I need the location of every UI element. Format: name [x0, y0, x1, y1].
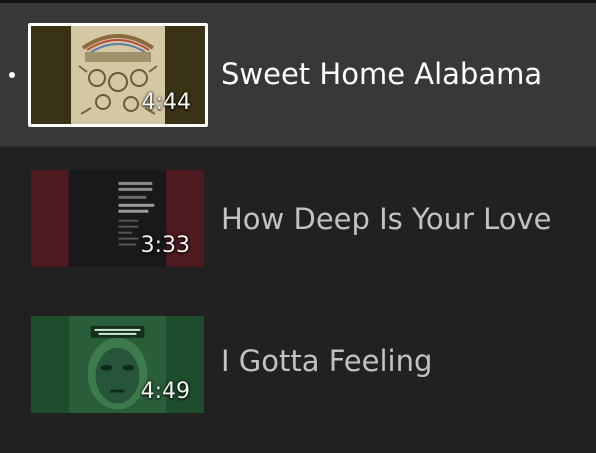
playlist-item-sweet-home-alabama[interactable]: 4:44 Sweet Home Alabama — [0, 3, 596, 147]
duration-label: 4:49 — [140, 379, 190, 404]
thumbnail[interactable]: 4:44 — [28, 23, 208, 127]
thumbnail[interactable]: 4:49 — [31, 316, 204, 413]
track-title[interactable]: Sweet Home Alabama — [221, 60, 542, 89]
duration-label: 3:33 — [140, 233, 190, 258]
playlist-item-how-deep-is-your-love[interactable]: 3:33 How Deep Is Your Love — [0, 147, 596, 291]
duration-label: 4:44 — [141, 90, 191, 115]
playlist-item-i-gotta-feeling[interactable]: 4:49 I Gotta Feeling — [0, 291, 596, 435]
thumbnail[interactable]: 3:33 — [31, 170, 204, 267]
track-title[interactable]: I Gotta Feeling — [221, 347, 432, 376]
track-title[interactable]: How Deep Is Your Love — [221, 205, 552, 234]
now-playing-indicator — [9, 72, 15, 78]
